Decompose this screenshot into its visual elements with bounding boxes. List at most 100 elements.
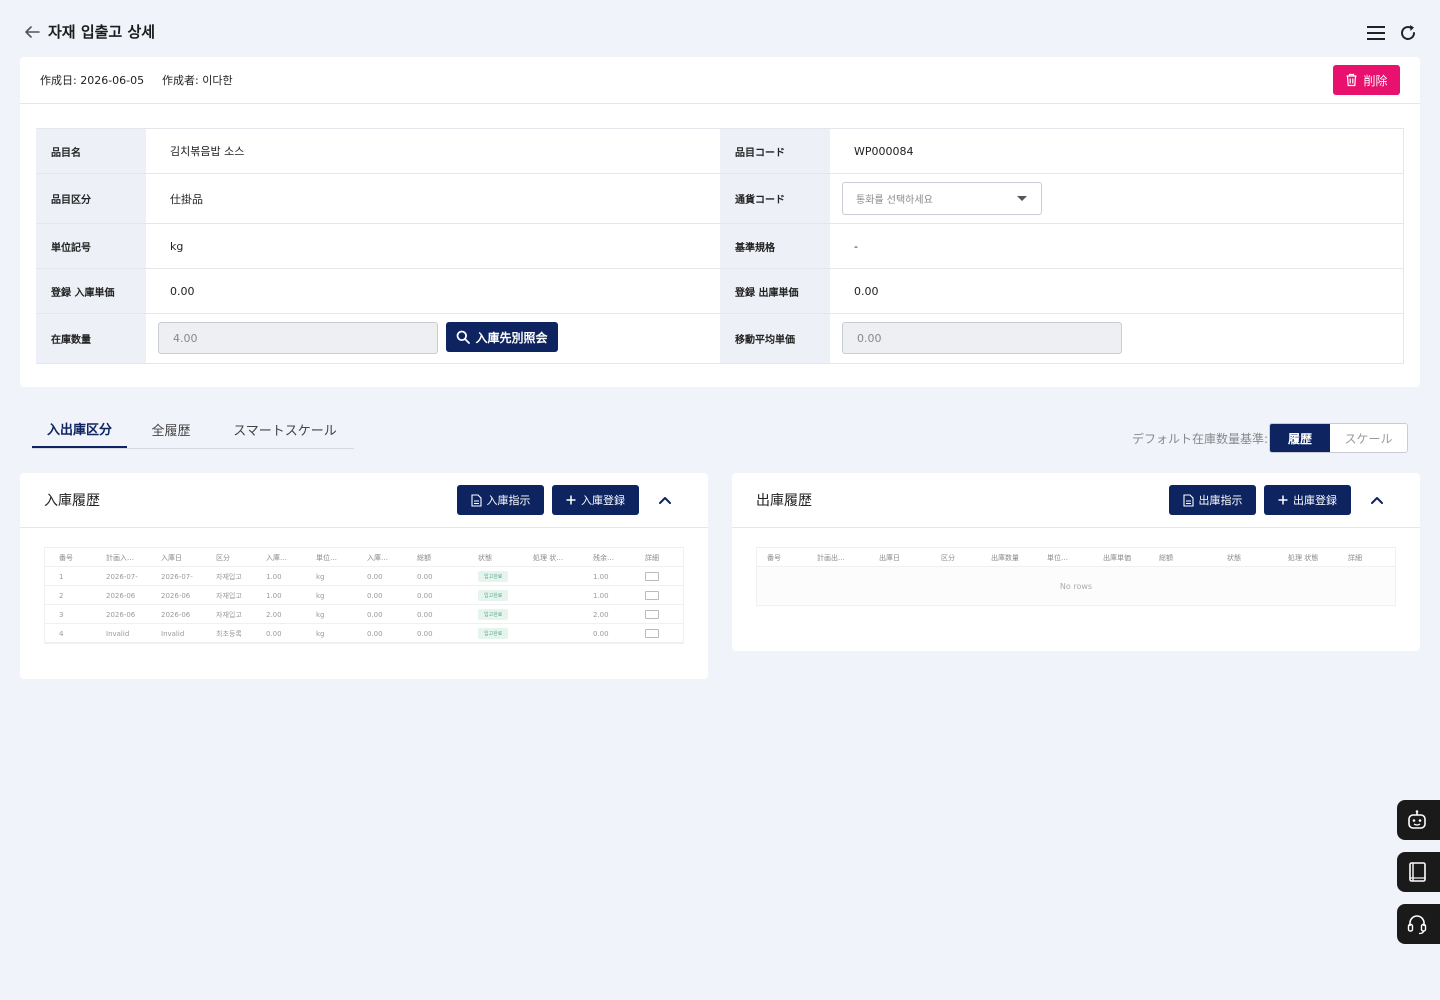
table-cell: kg: [316, 610, 325, 619]
currency-select[interactable]: 통화를 선택하세요: [842, 182, 1042, 215]
trash-icon: [1346, 73, 1357, 87]
detail-row-price: 登録 入庫単価 0.00 登録 出庫単価 0.00: [36, 269, 1404, 314]
open-detail-icon[interactable]: [645, 591, 659, 600]
created-by-value: 이다한: [202, 74, 233, 87]
table-cell: 자재입고: [216, 572, 242, 581]
column-header: 状態: [478, 553, 492, 562]
table-cell: 0.00: [417, 610, 433, 619]
status-badge: 입고완료: [478, 571, 509, 582]
plus-icon: [1278, 495, 1288, 505]
table-cell: 0.00: [417, 629, 433, 638]
column-header: 入庫…: [266, 553, 287, 562]
table-cell: 0.00: [367, 629, 383, 638]
unit-value: kg: [170, 239, 184, 253]
stock-qty-field[interactable]: 4.00: [158, 322, 438, 354]
outbound-instruct-button[interactable]: 出庫指示: [1169, 485, 1256, 515]
open-detail-icon[interactable]: [645, 629, 659, 638]
table-cell: Invalid: [106, 629, 130, 638]
table-cell: 1.00: [266, 572, 282, 581]
document-icon: [470, 493, 482, 507]
column-header: 単位…: [1047, 553, 1068, 562]
hamburger-menu-icon[interactable]: [1366, 24, 1386, 42]
outbound-table-header: 番号 計画出… 出庫日 区分 出庫数量 単位… 出庫単価 総額 状態 処理 状態 詳細: [757, 548, 1395, 567]
chevron-up-icon[interactable]: [655, 490, 675, 510]
stock-basis-label: デフォルト在庫数量基準:: [1132, 432, 1269, 446]
table-cell: 2026-06: [161, 591, 191, 600]
table-cell: 최초등록: [216, 629, 242, 638]
table-cell: 1.00: [593, 572, 609, 581]
outbound-instruct-label: 出庫指示: [1198, 494, 1243, 507]
column-header: 詳細: [645, 553, 659, 562]
meta-row: 作成日: 2026-06-05 作成者: 이다한 削除: [20, 57, 1420, 104]
table-cell: 0.00: [593, 629, 609, 638]
table-row[interactable]: 1 2026-07- 2026-07- 자재입고 1.00 kg 0.00 0.00 입고완료 1…: [45, 567, 683, 586]
table-cell: 2.00: [593, 610, 609, 619]
column-header: 単位…: [316, 553, 337, 562]
table-cell: 0.00: [367, 610, 383, 619]
column-header: 計画入…: [106, 553, 134, 562]
table-cell: kg: [316, 591, 325, 600]
detail-row-unit: 単位記号 kg 基準規格 -: [36, 224, 1404, 269]
table-cell: 0.00: [417, 591, 433, 600]
chevron-up-icon[interactable]: [1367, 490, 1387, 510]
supplier-lookup-button[interactable]: 入庫先別照会: [446, 322, 558, 352]
item-code-value: WP000084: [854, 144, 914, 158]
detail-cell: [645, 605, 673, 624]
column-header: 処理 状態: [1288, 553, 1319, 562]
table-row[interactable]: 3 2026-06 2026-06 자재입고 2.00 kg 0.00 0.00 입고완료 2.0…: [45, 605, 683, 624]
caret-down-icon: [1017, 196, 1027, 201]
inbound-register-label: 入庫登録: [581, 494, 625, 507]
column-header: 総額: [417, 553, 431, 562]
table-cell: 1: [59, 572, 64, 581]
item-name-label: 品目名: [36, 129, 146, 173]
basis-option-history[interactable]: 履歴: [1270, 424, 1330, 452]
standard-label: 基準規格: [720, 224, 830, 268]
chatbot-button[interactable]: [1397, 800, 1440, 840]
detail-row-name: 品目名 김치볶음밥 소스 品目コード WP000084: [36, 129, 1404, 174]
inbound-instruct-button[interactable]: 入庫指示: [457, 485, 544, 515]
table-row[interactable]: 2 2026-06 2026-06 자재입고 1.00 kg 0.00 0.00 입고완료 1.0…: [45, 586, 683, 605]
inbound-history-panel: 入庫履歴 入庫指示 入庫登録 番号 計画入… 入庫日 区分 入庫… 単位… 入庫… 総額 状態 処…: [20, 473, 708, 679]
table-cell: 0.00: [417, 572, 433, 581]
tab-all-history[interactable]: 全履歴: [142, 411, 200, 448]
created-date: 作成日: 2026-06-05: [40, 72, 144, 88]
support-button[interactable]: [1397, 904, 1440, 944]
table-cell: 2026-07-: [106, 572, 138, 581]
column-header: 入庫…: [367, 553, 388, 562]
created-date-value: 2026-06-05: [80, 74, 145, 87]
empty-state-text: No rows: [757, 567, 1395, 605]
status-badge: 입고완료: [478, 609, 509, 620]
top-bar: 자재 입출고 상세: [0, 0, 1440, 57]
table-cell: 1.00: [266, 591, 282, 600]
arrow-left-icon[interactable]: [22, 22, 42, 42]
table-cell: 0.00: [367, 572, 383, 581]
standard-value: -: [854, 239, 858, 253]
item-category-label: 品目区分: [36, 174, 146, 223]
out-price-value: 0.00: [854, 284, 879, 298]
open-detail-icon[interactable]: [645, 610, 659, 619]
inbound-panel-title: 入庫履歴: [44, 493, 100, 509]
column-header: 状態: [1227, 553, 1241, 562]
table-cell: 2026-06: [161, 610, 191, 619]
open-detail-icon[interactable]: [645, 572, 659, 581]
column-header: 番号: [59, 553, 73, 562]
table-row[interactable]: 4 Invalid Invalid 최초등록 0.00 kg 0.00 0.00 입고완료 0.0…: [45, 624, 683, 643]
stock-qty-label: 在庫数量: [36, 314, 146, 363]
search-icon: [457, 330, 471, 344]
tab-smart-scale[interactable]: スマートスケール: [227, 411, 343, 448]
book-icon: [1409, 862, 1426, 882]
delete-button[interactable]: 削除: [1333, 65, 1400, 95]
inbound-register-button[interactable]: 入庫登録: [552, 485, 639, 515]
tab-inout-category[interactable]: 入出庫区分: [32, 411, 127, 448]
column-header: 残余…: [593, 553, 614, 562]
history-tabs: 入出庫区分 全履歴 スマートスケール: [32, 411, 354, 449]
manual-button[interactable]: [1397, 852, 1440, 892]
outbound-register-button[interactable]: 出庫登録: [1264, 485, 1351, 515]
basis-option-scale[interactable]: スケール: [1330, 424, 1407, 452]
refresh-icon[interactable]: [1398, 23, 1418, 43]
avg-price-field[interactable]: 0.00: [842, 322, 1122, 354]
avg-price-label: 移動平均単価: [720, 314, 830, 363]
created-date-label: 作成日:: [40, 74, 77, 87]
column-header: 番号: [767, 553, 781, 562]
item-code-label: 品目コード: [720, 129, 830, 173]
